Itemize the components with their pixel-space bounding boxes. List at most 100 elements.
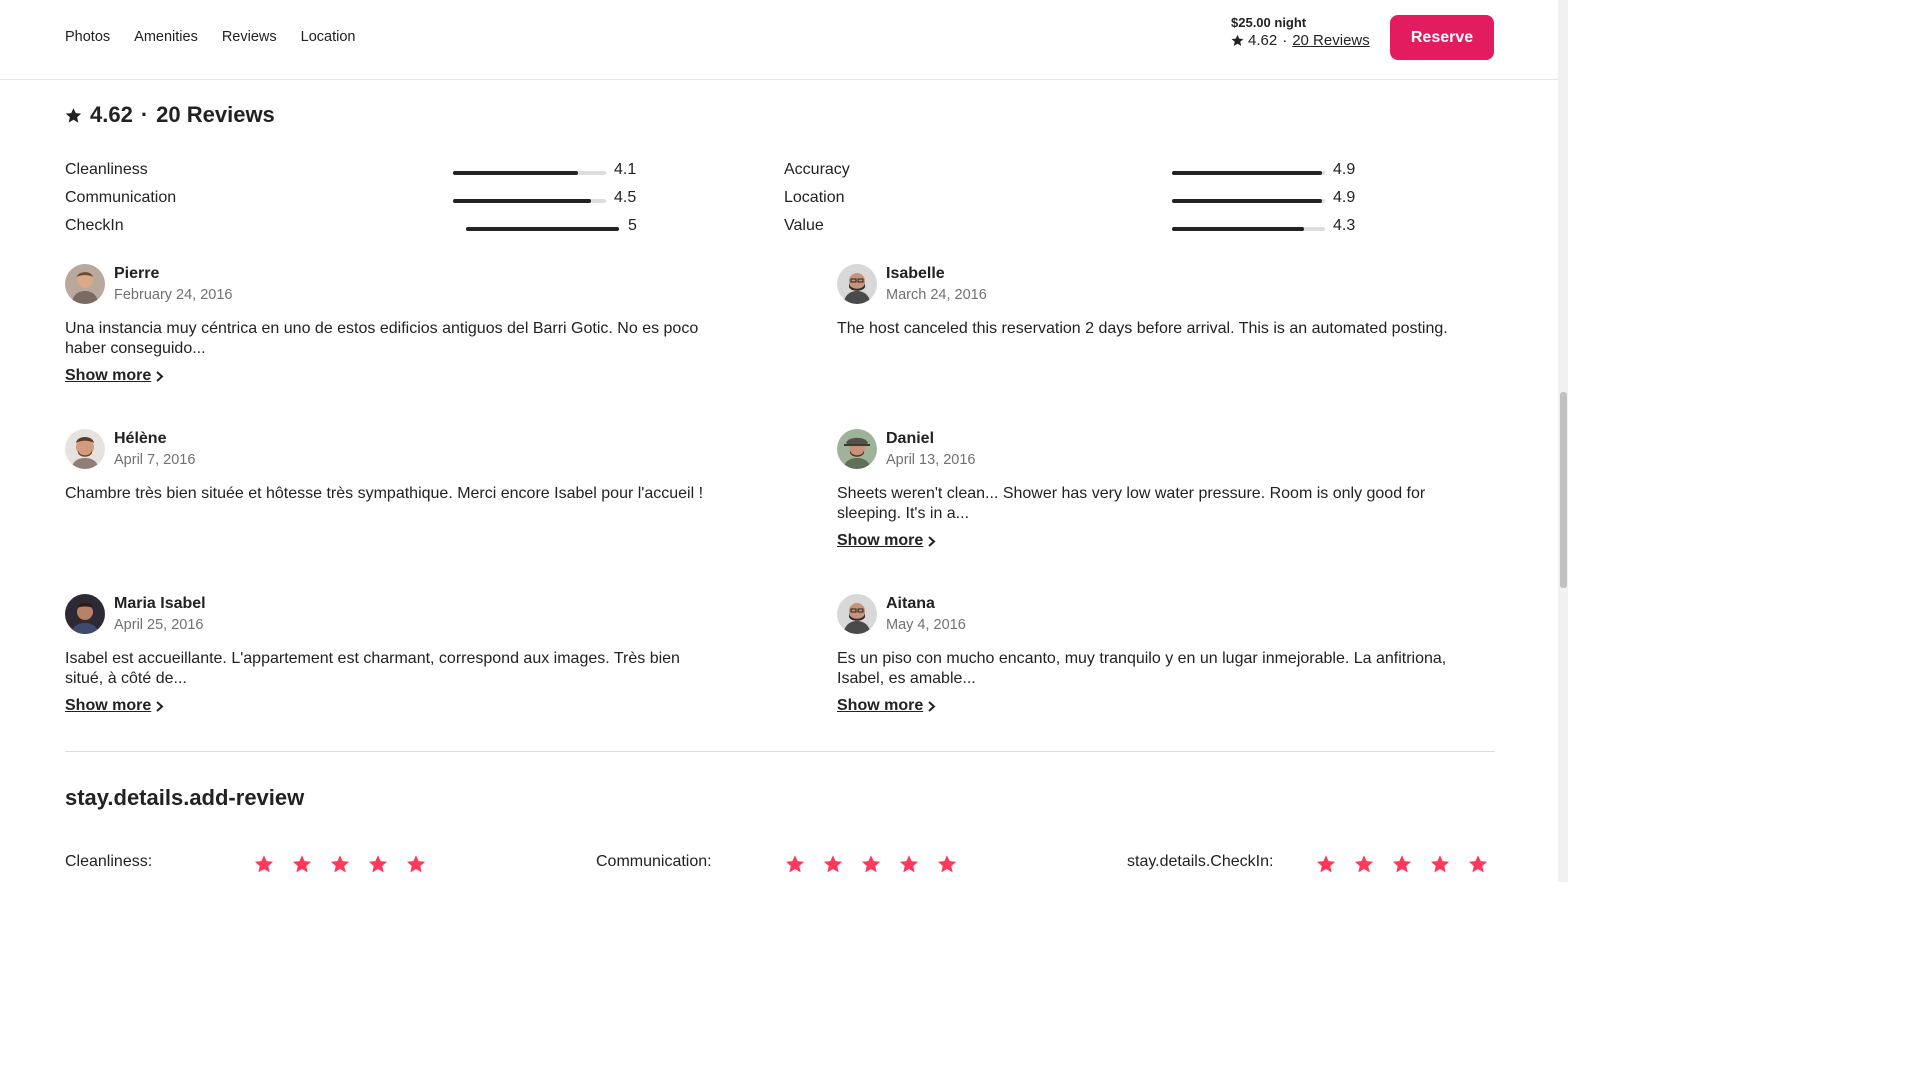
review-card: Aitana May 4, 2016 Es un piso con mucho … [837,594,1497,715]
reviews-heading: 4.62 · 20 Reviews [65,102,275,128]
heading-separator: · [140,102,149,127]
review-date: April 13, 2016 [886,452,976,468]
review-card: Isabelle March 24, 2016 The host cancele… [837,264,1497,339]
avatar [65,594,105,634]
rate-label: Communication: [596,853,712,870]
star-icon[interactable] [1316,854,1336,874]
header-rating-value: 4.62 [1248,32,1278,49]
review-count: 20 Reviews [156,102,275,127]
rate-communication: Communication: [596,853,712,871]
show-more-link[interactable]: Show more [65,367,164,385]
reserve-button[interactable]: Reserve [1390,15,1494,60]
category-row: Location 4.9 [784,189,1359,217]
chevron-right-icon [928,700,936,712]
review-text: Chambre très bien située et hôtesse très… [65,485,704,502]
star-icon[interactable] [823,854,843,874]
category-value: 4.3 [1333,217,1356,234]
nav-amenities[interactable]: Amenities [134,29,198,45]
chevron-right-icon [156,370,164,382]
review-date: March 24, 2016 [886,287,987,303]
review-date: February 24, 2016 [114,287,233,303]
review-header: Isabelle March 24, 2016 [837,264,1497,304]
reviewer-name: Isabelle [886,265,945,282]
star-icon [65,107,82,123]
star-icon[interactable] [1354,854,1374,874]
avatar [65,429,105,469]
show-more-link[interactable]: Show more [837,532,936,550]
category-label: Communication [65,189,177,206]
star-icon[interactable] [1430,854,1450,874]
show-more-link[interactable]: Show more [65,697,164,715]
reviewer-name: Pierre [114,265,160,282]
review-header: Aitana May 4, 2016 [837,594,1497,634]
star-icon[interactable] [330,854,350,874]
review-text: Isabel est accueillante. L'appartement e… [65,650,680,687]
review-text: The host canceled this reservation 2 day… [837,320,1448,337]
show-more-label: Show more [65,367,152,384]
star-rating-input [254,854,426,874]
category-value: 4.1 [614,161,637,178]
review-card: Hélène April 7, 2016 Chambre très bien s… [65,429,725,504]
star-icon[interactable] [406,854,426,874]
rating-bar-fill [1172,199,1322,203]
show-more-label: Show more [65,697,152,714]
rating-bar [1172,227,1325,231]
overall-rating: 4.62 [90,102,133,127]
nav-reviews[interactable]: Reviews [222,29,277,45]
star-rating-input [1316,854,1488,874]
star-icon[interactable] [368,854,388,874]
rating-bar [453,199,606,203]
chevron-right-icon [156,700,164,712]
review-text: Una instancia muy céntrica en uno de est… [65,320,699,357]
rating-bar-fill [466,227,619,231]
category-value: 4.9 [1333,189,1356,206]
chevron-right-icon [928,535,936,547]
star-icon[interactable] [1392,854,1412,874]
star-rating-input [785,854,957,874]
header-reviews-link[interactable]: 20 Reviews [1292,32,1370,49]
price-per-night: $25.00 night [1231,15,1307,30]
show-more-label: Show more [837,697,924,714]
star-icon[interactable] [785,854,805,874]
nav-photos[interactable]: Photos [65,29,110,45]
review-text: Es un piso con mucho encanto, muy tranqu… [837,650,1447,687]
review-date: April 25, 2016 [114,617,204,633]
category-label: Cleanliness [65,161,148,178]
add-review-title: stay.details.add-review [65,785,305,810]
review-header: Pierre February 24, 2016 [65,264,725,304]
rate-label: stay.details.CheckIn: [1127,853,1274,870]
star-icon[interactable] [861,854,881,874]
rating-bar-fill [453,199,591,203]
section-nav: Photos Amenities Reviews Location [65,29,355,45]
rating-bar [453,171,606,175]
star-icon[interactable] [937,854,957,874]
rating-bar-fill [1172,171,1322,175]
show-more-link[interactable]: Show more [837,697,936,715]
review-header: Maria Isabel April 25, 2016 [65,594,725,634]
star-icon[interactable] [292,854,312,874]
category-value: 5 [628,217,637,234]
rate-label: Cleanliness: [65,853,153,870]
review-date: May 4, 2016 [886,617,966,633]
review-date: April 7, 2016 [114,452,196,468]
scrollbar-thumb[interactable] [1560,392,1567,588]
reviewer-name: Daniel [886,430,935,447]
reviewer-name: Aitana [886,595,935,612]
review-header: Hélène April 7, 2016 [65,429,725,469]
avatar [837,264,877,304]
avatar [837,594,877,634]
category-row: Value 4.3 [784,217,1359,245]
rating-bar-fill [453,171,579,175]
category-label: CheckIn [65,217,124,234]
review-card: Daniel April 13, 2016 Sheets weren't cle… [837,429,1497,550]
rating-bar [1172,171,1325,175]
category-row: CheckIn 5 [65,217,640,245]
star-icon[interactable] [1468,854,1488,874]
star-icon[interactable] [899,854,919,874]
star-icon[interactable] [254,854,274,874]
avatar [837,429,877,469]
nav-location[interactable]: Location [301,29,356,45]
section-divider [65,751,1495,752]
category-ratings-right: Accuracy 4.9 Location 4.9 Value 4.3 [784,161,1359,245]
category-value: 4.5 [614,189,637,206]
